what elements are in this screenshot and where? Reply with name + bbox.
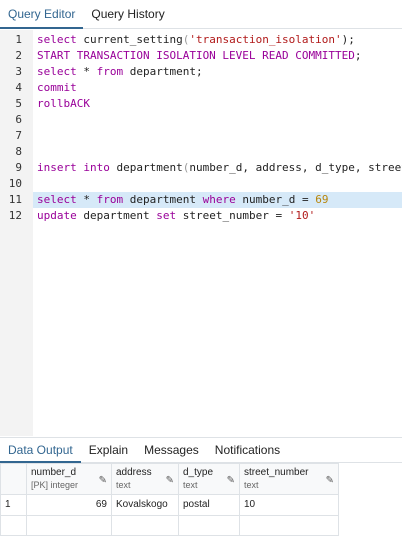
code-token: department — [76, 209, 157, 222]
code-text: START TRANSACTION ISOLATION LEVEL READ C… — [33, 48, 402, 64]
line-number: 3 — [15, 65, 22, 78]
column-header-address[interactable]: address text ✎ — [111, 463, 179, 495]
line-number: 2 — [15, 49, 22, 62]
code-token: ); — [341, 33, 355, 46]
code-token: from — [96, 65, 124, 78]
code-token: department — [109, 161, 183, 174]
line-number: 8 — [15, 145, 22, 158]
cell-number-d[interactable]: 69 — [26, 494, 112, 516]
code-line[interactable]: 8 — [0, 144, 402, 160]
cell-street-number[interactable]: 10 — [239, 494, 339, 516]
code-line[interactable]: 2 START TRANSACTION ISOLATION LEVEL READ … — [0, 48, 402, 64]
column-name: street_number — [244, 467, 309, 478]
code-token: where — [202, 193, 236, 206]
line-number: 10 — [8, 177, 22, 190]
line-number: 9 — [15, 161, 22, 174]
column-header-d-type[interactable]: d_type text ✎ — [178, 463, 240, 495]
line-number: 7 — [15, 129, 22, 142]
code-token: ; — [354, 49, 362, 62]
cell-empty[interactable] — [111, 515, 179, 536]
row-number: 1 — [0, 494, 27, 516]
code-line[interactable]: 3 select * from department; — [0, 64, 402, 80]
line-number: 4 — [15, 81, 22, 94]
code-lines: 1 select current_setting('transaction_iso… — [0, 32, 402, 224]
tab-notifications[interactable]: Notifications — [207, 438, 288, 463]
code-token: department — [123, 193, 203, 206]
header-row: number_d [PK] integer ✎ address text ✎ d… — [0, 463, 339, 495]
code-text: select * from department; — [33, 64, 402, 80]
code-token: from — [96, 193, 124, 206]
line-number: 11 — [8, 193, 22, 206]
code-token: select — [37, 193, 77, 206]
code-text: select * from department where number_d … — [33, 192, 402, 208]
line-number: 12 — [8, 209, 22, 222]
code-text: update department set street_number = '1… — [33, 208, 402, 224]
code-token: insert into — [37, 161, 110, 174]
column-header-number-d[interactable]: number_d [PK] integer ✎ — [26, 463, 112, 495]
column-header-street-number[interactable]: street_number text ✎ — [239, 463, 339, 495]
editor-tabs: Query Editor Query History — [0, 0, 402, 29]
code-line[interactable]: 1 select current_setting('transaction_iso… — [0, 32, 402, 48]
code-token: 'transaction_isolation' — [189, 33, 342, 46]
cell-address[interactable]: Kovalskogo — [111, 494, 179, 516]
code-text: commit — [33, 80, 402, 96]
code-text: select current_setting('transaction_isol… — [33, 32, 402, 48]
table-row[interactable]: 1 69 Kovalskogo postal 10 — [0, 494, 339, 516]
code-token: 69 — [315, 193, 329, 206]
tab-query-editor[interactable]: Query Editor — [0, 0, 84, 29]
line-number: 5 — [15, 97, 22, 110]
code-token: rollbACK — [37, 97, 90, 110]
sql-editor[interactable]: 1 select current_setting('transaction_iso… — [0, 30, 402, 436]
code-token: select — [37, 33, 77, 46]
code-line[interactable]: 7 — [0, 128, 402, 144]
code-token: current_setting — [76, 33, 183, 46]
pencil-icon[interactable]: ✎ — [99, 475, 107, 486]
code-line[interactable]: 5 rollbACK — [0, 96, 402, 112]
pencil-icon[interactable]: ✎ — [166, 475, 174, 486]
tab-explain[interactable]: Explain — [81, 438, 136, 463]
result-table: number_d [PK] integer ✎ address text ✎ d… — [0, 463, 339, 536]
code-line[interactable]: 12 update department set street_number = … — [0, 208, 402, 224]
code-token: department; — [123, 65, 203, 78]
column-type: text — [244, 480, 259, 490]
line-number: 1 — [15, 33, 22, 46]
row-number-header — [0, 463, 27, 495]
code-line[interactable]: 11 select * from department where number_… — [0, 192, 402, 208]
code-token: '10' — [288, 209, 316, 222]
pencil-icon[interactable]: ✎ — [227, 475, 235, 486]
line-number: 6 — [15, 113, 22, 126]
tab-data-output[interactable]: Data Output — [0, 438, 81, 463]
code-text: rollbACK — [33, 96, 402, 112]
output-tabs: Data Output Explain Messages Notificatio… — [0, 437, 402, 463]
code-token: number_d, address, d_type, street_number — [189, 161, 402, 174]
cell-empty[interactable] — [26, 515, 112, 536]
pencil-icon[interactable]: ✎ — [326, 475, 334, 486]
tab-query-history[interactable]: Query History — [83, 0, 172, 29]
tab-messages[interactable]: Messages — [136, 438, 207, 463]
cell-empty[interactable] — [239, 515, 339, 536]
code-line[interactable]: 9 insert into department(number_d, addres… — [0, 160, 402, 176]
column-name: number_d — [31, 467, 77, 478]
code-token: select — [37, 65, 77, 78]
code-line[interactable]: 10 — [0, 176, 402, 192]
result-grid: number_d [PK] integer ✎ address text ✎ d… — [0, 463, 402, 553]
row-number — [0, 515, 27, 536]
table-row-empty[interactable] — [0, 515, 339, 536]
code-token: street_number = — [176, 209, 289, 222]
cell-d-type[interactable]: postal — [178, 494, 240, 516]
code-token: update — [37, 209, 77, 222]
code-text: insert into department(number_d, address… — [33, 160, 402, 176]
code-token: * — [76, 65, 97, 78]
code-token: START TRANSACTION ISOLATION LEVEL READ C… — [37, 49, 355, 62]
code-token: number_d = — [235, 193, 316, 206]
code-token: * — [76, 193, 97, 206]
code-token: set — [156, 209, 177, 222]
code-line[interactable]: 6 — [0, 112, 402, 128]
cell-empty[interactable] — [178, 515, 240, 536]
column-type: [PK] integer — [31, 480, 79, 490]
code-token: commit — [37, 81, 77, 94]
code-line[interactable]: 4 commit — [0, 80, 402, 96]
